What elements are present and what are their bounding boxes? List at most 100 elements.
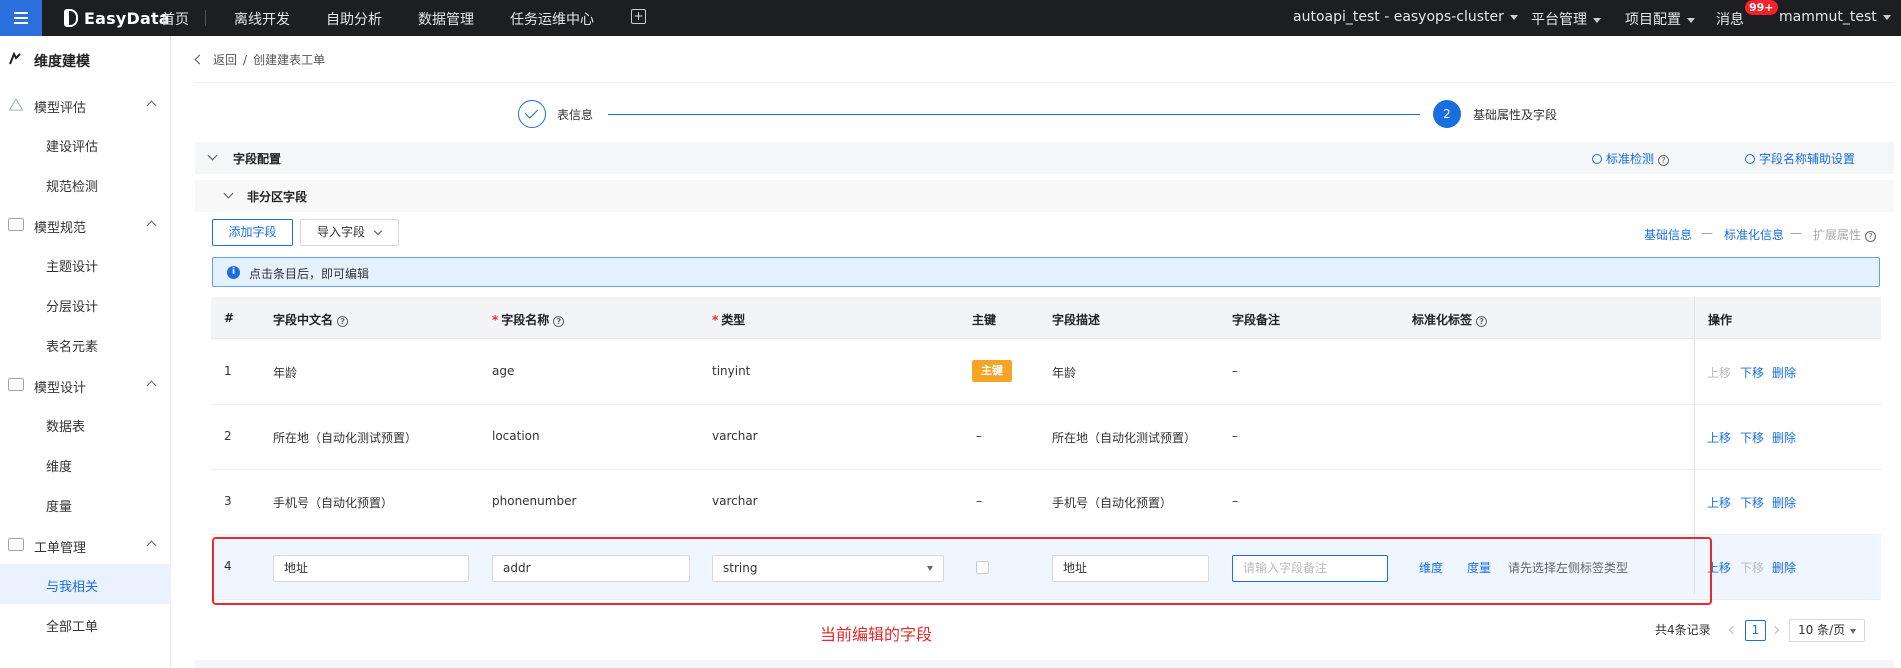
sidebar-group-ticket[interactable]: 工单管理 bbox=[0, 534, 171, 556]
tab-ext-label: 扩展属性 bbox=[1813, 228, 1862, 242]
move-down-button[interactable]: 下移 bbox=[1740, 429, 1764, 446]
sidebar-group-label: 模型规范 bbox=[34, 221, 87, 236]
add-field-button[interactable]: 添加字段 bbox=[212, 219, 293, 246]
delete-button[interactable]: 删除 bbox=[1772, 494, 1796, 511]
help-icon[interactable]: ? bbox=[1658, 155, 1670, 166]
cell-cn-name: 手机号（自动化预置） bbox=[273, 496, 394, 510]
breadcrumb-current: 创建建表工单 bbox=[253, 53, 326, 67]
ticket-icon bbox=[8, 538, 24, 551]
col-cn-name-label: 字段中文名 bbox=[273, 313, 334, 327]
project-menu[interactable]: 项目配置 bbox=[1625, 9, 1695, 29]
move-up-button[interactable]: 上移 bbox=[1707, 494, 1731, 511]
back-link[interactable]: 返回 bbox=[213, 51, 237, 68]
sidebar-item-label: 与我相关 bbox=[46, 580, 99, 595]
tab-basic-info[interactable]: 基础信息 bbox=[1644, 226, 1692, 243]
help-icon[interactable]: ? bbox=[553, 316, 565, 327]
tab-standard-info[interactable]: 标准化信息 bbox=[1724, 226, 1784, 243]
tab-separator: — bbox=[1790, 226, 1802, 240]
move-down-button[interactable]: 下移 bbox=[1740, 494, 1764, 511]
primary-key-badge: 主键 bbox=[972, 360, 1012, 382]
tab-separator: — bbox=[1701, 226, 1713, 240]
step-done-check-icon[interactable] bbox=[518, 100, 546, 128]
cell-desc: 手机号（自动化预置） bbox=[1052, 496, 1173, 510]
add-tab-icon[interactable]: + bbox=[631, 9, 646, 24]
non-partition-section[interactable]: 非分区字段 bbox=[195, 180, 1894, 212]
sidebar-item-table-name[interactable]: 表名元素 bbox=[0, 324, 171, 364]
page-size-select[interactable]: 10 条/页 bbox=[1789, 619, 1865, 642]
col-tag-label: 标准化标签 bbox=[1412, 313, 1473, 327]
col-desc: 字段描述 bbox=[1052, 313, 1101, 327]
name-assist-label: 字段名称辅助设置 bbox=[1759, 152, 1856, 166]
tab-ext-attr[interactable]: 扩展属性? bbox=[1813, 226, 1877, 243]
step-1-label[interactable]: 表信息 bbox=[557, 106, 593, 123]
sidebar-item-subject[interactable]: 主题设计 bbox=[0, 244, 171, 284]
help-icon[interactable]: ? bbox=[337, 316, 349, 327]
platform-menu[interactable]: 平台管理 bbox=[1531, 9, 1601, 29]
delete-button[interactable]: 删除 bbox=[1772, 559, 1796, 576]
annotation-text: 当前编辑的字段 bbox=[820, 625, 933, 644]
sidebar-item-label: 维度 bbox=[46, 460, 73, 475]
cluster-selector[interactable]: autoapi_test - easyops-cluster bbox=[1293, 9, 1518, 25]
move-down-button[interactable]: 下移 bbox=[1740, 559, 1764, 576]
platform-menu-label: 平台管理 bbox=[1531, 12, 1587, 28]
sidebar-item-label: 数据表 bbox=[46, 420, 86, 435]
sidebar-group-label: 工单管理 bbox=[34, 541, 87, 556]
cell-index: 1 bbox=[224, 364, 232, 378]
delete-button[interactable]: 删除 bbox=[1772, 364, 1796, 381]
nav-offline-dev[interactable]: 离线开发 bbox=[234, 9, 290, 29]
move-up-button[interactable]: 上移 bbox=[1707, 364, 1731, 381]
sidebar-group-spec[interactable]: 模型规范 bbox=[0, 214, 171, 236]
sidebar-item-datatable[interactable]: 数据表 bbox=[0, 404, 171, 444]
sidebar-item-dimension[interactable]: 维度 bbox=[0, 444, 171, 484]
sidebar-group-label: 模型评估 bbox=[34, 101, 87, 116]
help-icon[interactable]: ? bbox=[1865, 231, 1877, 242]
sidebar-item-label: 规范检测 bbox=[46, 180, 99, 195]
top-bar: EasyData 首页 离线开发 自助分析 数据管理 任务运维中心 + auto… bbox=[0, 0, 1901, 36]
sidebar-item-mine[interactable]: 与我相关 bbox=[0, 564, 171, 604]
sidebar-item-layer[interactable]: 分层设计 bbox=[0, 284, 171, 324]
sidebar-item-measure[interactable]: 度量 bbox=[0, 484, 171, 524]
next-section-header bbox=[195, 660, 1894, 668]
nav-self-analysis[interactable]: 自助分析 bbox=[326, 9, 382, 29]
help-icon[interactable]: ? bbox=[1476, 316, 1488, 327]
std-check-link[interactable]: 标准检测? bbox=[1592, 150, 1670, 167]
move-down-button[interactable]: 下移 bbox=[1740, 364, 1764, 381]
page-number-button[interactable]: 1 bbox=[1745, 620, 1766, 641]
editing-highlight-box bbox=[212, 537, 1712, 605]
section-title: 字段配置 bbox=[233, 152, 282, 166]
move-up-button[interactable]: 上移 bbox=[1707, 429, 1731, 446]
breadcrumb-separator: / bbox=[243, 52, 248, 67]
divider bbox=[194, 82, 1894, 83]
nav-data-management[interactable]: 数据管理 bbox=[418, 9, 474, 29]
sidebar-item-spec-check[interactable]: 规范检测 bbox=[0, 164, 171, 204]
back-arrow-icon[interactable] bbox=[194, 54, 205, 65]
sidebar-group-eval[interactable]: 模型评估 bbox=[0, 94, 171, 116]
chevron-down-icon[interactable] bbox=[223, 188, 234, 199]
cell-remark: – bbox=[1232, 494, 1238, 508]
user-menu[interactable]: mammut_test bbox=[1779, 9, 1891, 25]
cell-pk: – bbox=[976, 494, 982, 508]
delete-button[interactable]: 删除 bbox=[1772, 429, 1796, 446]
messages-menu[interactable]: 消息 bbox=[1716, 9, 1744, 29]
step-2-number: 2 bbox=[1433, 100, 1461, 128]
chevron-up-icon bbox=[146, 540, 157, 551]
import-field-button[interactable]: 导入字段 bbox=[300, 219, 399, 246]
field-config-section[interactable]: 字段配置 标准检测? 字段名称辅助设置 bbox=[195, 142, 1894, 174]
sidebar-item-label: 分层设计 bbox=[46, 300, 99, 315]
menu-icon[interactable] bbox=[0, 0, 42, 36]
table-row[interactable]: 2 所在地（自动化测试预置） location varchar – 所在地（自动… bbox=[211, 405, 1881, 470]
chevron-up-icon bbox=[146, 380, 157, 391]
cell-index: 3 bbox=[224, 494, 232, 508]
sidebar-item-build-eval[interactable]: 建设评估 bbox=[0, 124, 171, 164]
table-row[interactable]: 3 手机号（自动化预置） phonenumber varchar – 手机号（自… bbox=[211, 470, 1881, 535]
name-assist-link[interactable]: 字段名称辅助设置 bbox=[1745, 150, 1855, 167]
brand-logo[interactable]: EasyData bbox=[64, 8, 170, 28]
nav-task-ops[interactable]: 任务运维中心 bbox=[510, 9, 594, 29]
sidebar-group-design[interactable]: 模型设计 bbox=[0, 374, 171, 396]
sidebar-item-all-tickets[interactable]: 全部工单 bbox=[0, 604, 171, 644]
table-header: # 字段中文名? * 字段名称? * 类型 主键 字段描述 字段备注 标准化标签? … bbox=[211, 297, 1881, 339]
nav-home[interactable]: 首页 bbox=[161, 9, 189, 29]
chevron-down-icon[interactable] bbox=[207, 150, 218, 161]
table-row[interactable]: 1 年龄 age tinyint 主键 年龄 – 上移 下移 删除 bbox=[211, 340, 1881, 405]
subsection-title: 非分区字段 bbox=[247, 190, 308, 204]
